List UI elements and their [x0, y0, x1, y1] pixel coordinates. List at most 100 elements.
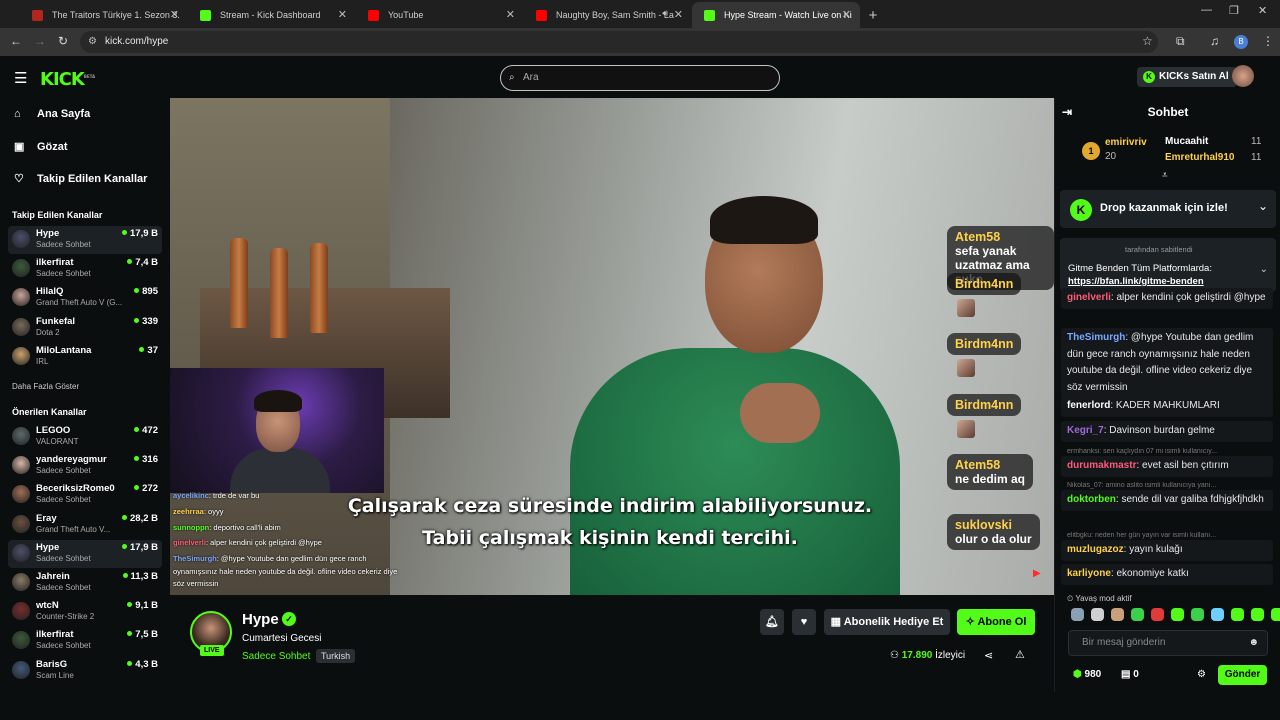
nav-home[interactable]: ⌂ Ana Sayfa — [14, 108, 90, 120]
gift-subscription-button[interactable]: ▦ Abonelik Hediye Et — [824, 609, 950, 635]
channel-row[interactable]: MiloLantana IRL 37 — [8, 343, 162, 371]
drops-banner[interactable]: K Drop kazanmak için izle! ⌄ — [1060, 190, 1276, 228]
stream-category[interactable]: Sadece Sohbet — [242, 651, 310, 662]
emote-icon[interactable] — [1091, 608, 1104, 621]
buy-kicks-button[interactable]: K KICKs Satın Al — [1137, 67, 1237, 87]
settings-gear-icon[interactable]: ⚙ — [1197, 669, 1206, 680]
channel-row[interactable]: wtcN Counter-Strike 2 9,1 B — [8, 598, 162, 626]
emoji-icon[interactable]: ☻ — [1248, 631, 1259, 655]
streamer-name[interactable]: Hype — [242, 611, 279, 628]
subscribe-button[interactable]: ✧ Abone Ol — [957, 609, 1035, 635]
nav-browse[interactable]: ▣ Gözat — [14, 140, 68, 153]
chat-message[interactable]: ginelverli: alper kendini çok geliştirdi… — [1061, 288, 1273, 309]
channel-row[interactable]: BarisG Scam Line 4,3 B — [8, 657, 162, 685]
chat-message[interactable]: TheSimurgh: @hype Youtube dan gedlim dün… — [1061, 328, 1273, 398]
chat-message[interactable]: muzlugazoz: yayın kulağı — [1061, 540, 1273, 561]
close-tab-icon[interactable]: ✕ — [170, 8, 179, 21]
channel-row[interactable]: yandereyagmur Sadece Sohbet 316 — [8, 452, 162, 480]
channel-row[interactable]: Funkefal Dota 2 339 — [8, 314, 162, 342]
emote-icon[interactable] — [1151, 608, 1164, 621]
channel-row[interactable]: ilkerfirat Sadece Sohbet 7,5 B — [8, 627, 162, 655]
minimize-icon[interactable]: — — [1201, 4, 1212, 16]
kick-logo[interactable]: KICKBETA — [40, 69, 95, 90]
show-more-link[interactable]: Daha Fazla Göster — [12, 382, 79, 391]
nav-following[interactable]: ♡ Takip Edilen Kanallar — [14, 172, 147, 185]
chat-username[interactable]: durumakmastr — [1067, 460, 1136, 471]
channel-row[interactable]: ilkerfirat Sadece Sohbet 7,4 B — [8, 255, 162, 283]
emote-icon[interactable] — [1191, 608, 1204, 621]
follow-heart-button[interactable]: ♥ — [792, 609, 816, 635]
chat-username[interactable]: ginelverli — [1067, 292, 1111, 303]
user-avatar[interactable] — [1232, 65, 1254, 87]
leaderboard-user[interactable]: Mucaahit — [1165, 136, 1208, 147]
emote-icon[interactable] — [1271, 608, 1280, 621]
profile-avatar[interactable]: B — [1234, 35, 1248, 49]
bookmark-star-icon[interactable]: ☆ — [1142, 34, 1153, 48]
chat-username[interactable]: TheSimurgh — [1067, 332, 1125, 343]
browser-tab[interactable]: YouTube ✕ — [356, 2, 524, 28]
chat-username[interactable]: Kegri_7 — [1067, 425, 1104, 436]
chat-message[interactable]: karliyone: ekonomiye katkı — [1061, 564, 1273, 585]
search-input[interactable]: ⌕ Ara — [500, 65, 780, 91]
site-info-icon[interactable]: ⚙ — [88, 31, 97, 53]
channel-row[interactable]: Eray Grand Theft Auto V... 28,2 B — [8, 511, 162, 539]
expand-icon[interactable]: ⩡ — [1162, 170, 1168, 181]
extensions-icon[interactable]: ⧉ — [1176, 34, 1185, 49]
emote-icon[interactable] — [1171, 608, 1184, 621]
emote-icon[interactable] — [1071, 608, 1084, 621]
emote-icon[interactable] — [1231, 608, 1244, 621]
close-tab-icon[interactable]: ✕ — [842, 8, 851, 21]
back-icon[interactable]: ← — [10, 34, 22, 48]
channel-row[interactable]: BeceriksizRome0 Sadece Sohbet 272 — [8, 481, 162, 509]
chat-bubble: Birdm4nn — [947, 273, 1022, 295]
hamburger-icon[interactable]: ☰ — [14, 69, 27, 87]
share-icon[interactable]: ⋖ — [984, 649, 993, 662]
channel-row[interactable]: HilalQ Grand Theft Auto V (G... 895 — [8, 284, 162, 312]
send-button[interactable]: Gönder — [1218, 665, 1267, 685]
channel-row[interactable]: Jahrein Sadece Sohbet 11,3 B — [8, 569, 162, 597]
chat-username[interactable]: doktorben — [1067, 494, 1116, 505]
new-tab-button[interactable]: + — [860, 2, 886, 28]
forward-icon[interactable]: → — [34, 34, 46, 48]
pinned-link[interactable]: https://bfan.link/gitme-benden — [1068, 276, 1204, 287]
channel-row[interactable]: Hype Sadece Sohbet 17,9 B — [8, 226, 162, 254]
restore-icon[interactable]: ❐ — [1229, 4, 1239, 17]
close-tab-icon[interactable]: ✕ — [674, 8, 683, 21]
chat-message[interactable]: durumakmastr: evet asil ben çıtırım — [1061, 456, 1273, 477]
close-window-icon[interactable]: ✕ — [1258, 4, 1267, 17]
report-icon[interactable]: ⚠ — [1015, 648, 1025, 661]
video-player[interactable]: aycelikinc: trde de var bu zeehrraa: oyyy… — [170, 98, 1054, 595]
browser-tab[interactable]: Hype Stream - Watch Live on Ki ✕ — [692, 2, 860, 28]
emote-icon[interactable] — [1111, 608, 1124, 621]
url-field[interactable]: ⚙ kick.com/hype — [80, 31, 1158, 53]
audio-playing-icon[interactable]: 🔊︎ — [662, 8, 668, 19]
collapse-chat-icon[interactable]: ⇥ — [1062, 98, 1072, 126]
close-tab-icon[interactable]: ✕ — [506, 8, 515, 21]
chat-message-input[interactable]: Bir mesaj gönderin ☻ — [1068, 630, 1268, 656]
chat-username[interactable]: fenerlord — [1067, 400, 1110, 411]
chat-username[interactable]: muzlugazoz — [1067, 544, 1124, 555]
chat-message[interactable]: fenerlord: KADER MAHKUMLARI — [1061, 396, 1273, 417]
chat-message[interactable]: Kegri_7: Davinson burdan gelme — [1061, 421, 1273, 442]
media-control-icon[interactable]: ♫ — [1210, 34, 1219, 48]
notification-bell-button[interactable]: 🔔︎ — [760, 609, 784, 635]
language-tag[interactable]: Turkish — [316, 649, 356, 663]
leaderboard-user[interactable]: Emreturhal910 — [1165, 152, 1234, 163]
channel-row[interactable]: Hype Sadece Sohbet 17,9 B — [8, 539, 162, 568]
browser-tab[interactable]: The Traitors Türkiye 1. Sezon 3. ✕ — [20, 2, 188, 28]
emote-icon[interactable] — [1131, 608, 1144, 621]
browser-tab[interactable]: Stream - Kick Dashboard ✕ — [188, 2, 356, 28]
emote-icon[interactable] — [1211, 608, 1224, 621]
menu-dots-icon[interactable]: ⋮ — [1262, 34, 1274, 48]
reload-icon[interactable]: ↻ — [58, 34, 68, 48]
emote-icon[interactable] — [1251, 608, 1264, 621]
browser-tab[interactable]: Naughty Boy, Sam Smith - La 🔊︎ ✕ — [524, 2, 692, 28]
chevron-down-icon[interactable]: ⌄ — [1260, 264, 1268, 275]
chat-message[interactable]: doktorben: sende dil var galiba fdhjgkfj… — [1061, 490, 1273, 511]
close-tab-icon[interactable]: ✕ — [338, 8, 347, 21]
kicks-balance[interactable]: ⬢ 980 — [1073, 669, 1101, 680]
channel-row[interactable]: LEGOO VALORANT 472 — [8, 423, 162, 451]
leaderboard-user[interactable]: emirivriv — [1105, 137, 1147, 148]
chat-username[interactable]: karliyone — [1067, 568, 1111, 579]
gift-balance[interactable]: ▤ 0 — [1121, 669, 1139, 680]
